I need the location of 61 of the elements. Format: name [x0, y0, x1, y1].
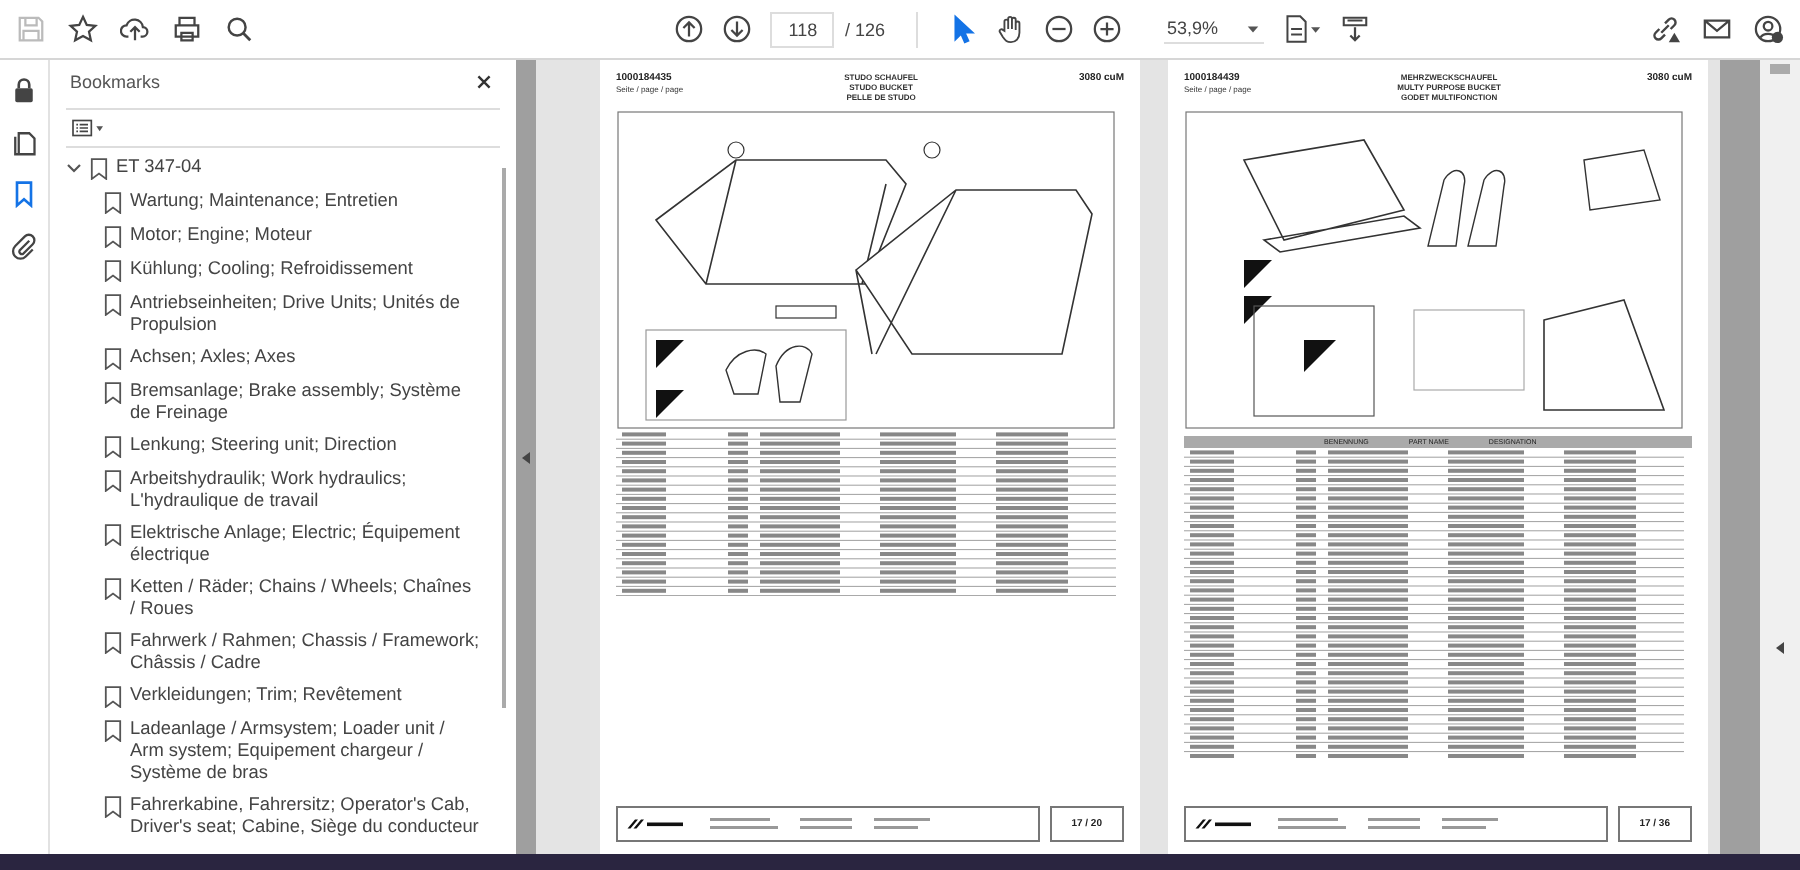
bookmark-icon: [104, 192, 122, 214]
bookmark-icon[interactable]: [10, 180, 38, 208]
collapse-arrow-icon[interactable]: [522, 451, 530, 463]
close-icon[interactable]: [476, 74, 492, 90]
bookmark-icon: [90, 158, 108, 180]
bookmark-icon: [104, 294, 122, 316]
mail-icon[interactable]: [1702, 14, 1732, 44]
company-logo-icon: [626, 818, 686, 830]
pages-icon[interactable]: [10, 128, 38, 156]
bookmark-icon: [104, 382, 122, 404]
print-icon[interactable]: [172, 14, 202, 44]
zoom-out-icon[interactable]: [1043, 14, 1074, 44]
bookmark-icon: [104, 348, 122, 370]
bookmark-icon: [104, 632, 122, 654]
bookmark-icon: [104, 524, 122, 546]
bookmark-item[interactable]: ET 347-04: [66, 154, 480, 182]
bookmark-icon: [104, 226, 122, 248]
options-menu-icon[interactable]: [70, 118, 106, 138]
zoom-in-icon[interactable]: [1091, 14, 1122, 44]
bookmark-item[interactable]: Fahrwerk / Rahmen; Chassis / Framework; Châssis / Cadre: [66, 628, 480, 676]
company-logo-icon: [1194, 818, 1254, 830]
search-icon[interactable]: [224, 14, 254, 44]
bookmark-item[interactable]: Verkleidungen; Trim; Revêtement: [66, 682, 480, 710]
bookmark-item[interactable]: Elektrische Anlage; Electric; Équipement électrique: [66, 520, 480, 568]
bookmark-item[interactable]: Ketten / Räder; Chains / Wheels; Chaînes / Roues: [66, 574, 480, 622]
bookmark-icon: [104, 686, 122, 708]
bookmark-item[interactable]: Wartung; Maintenance; Entretien: [66, 188, 480, 216]
scroll-mode-icon[interactable]: [1339, 14, 1370, 44]
page-count: / 126: [844, 19, 886, 39]
bookmark-item[interactable]: Ladeanlage / Armsystem; Loader unit / Arm system; Equipement chargeur / Système de bras: [66, 716, 480, 786]
bookmark-item[interactable]: Bremsanlage; Brake assembly; Système de Freinage: [66, 378, 480, 426]
bookmark-item[interactable]: Antriebseinheiten; Drive Units; Unités de Propulsion: [66, 290, 480, 338]
bookmark-icon: [104, 720, 122, 742]
scroll-left-arrow-icon[interactable]: [1776, 642, 1784, 654]
upload-icon[interactable]: [120, 14, 150, 44]
expand-caret-icon[interactable]: [66, 160, 82, 176]
lock-icon[interactable]: [10, 76, 38, 104]
share-link-icon[interactable]: [1650, 14, 1680, 44]
account-icon[interactable]: [1754, 14, 1784, 44]
caret-icon: [1245, 21, 1260, 35]
bookmark-icon: [104, 436, 122, 458]
bookmark-item[interactable]: Fahrerkabine, Fahrersitz; Operator's Cab, Driver's seat; Cabine, Siège du conducteur: [66, 792, 480, 840]
star-icon[interactable]: [68, 14, 98, 44]
bookmark-icon: [104, 260, 122, 282]
fit-page-icon[interactable]: [1281, 14, 1322, 44]
bookmark-item[interactable]: Lenkung; Steering unit; Direction: [66, 432, 480, 460]
bookmark-item[interactable]: Achsen; Axles; Axes: [66, 344, 480, 372]
previous-page-icon[interactable]: [674, 14, 705, 44]
hand-tool-icon[interactable]: [995, 14, 1026, 44]
bookmark-icon: [104, 470, 122, 492]
bookmark-item[interactable]: Motor; Engine; Moteur: [66, 222, 480, 250]
panel-title: Bookmarks: [70, 72, 161, 92]
page-number-field[interactable]: 118: [770, 11, 835, 47]
paperclip-icon[interactable]: [10, 232, 38, 260]
scrollbar[interactable]: [1770, 64, 1790, 74]
bookmark-icon: [104, 578, 122, 600]
bookmark-icon: [104, 796, 122, 818]
next-page-icon[interactable]: [722, 14, 753, 44]
bookmark-item[interactable]: Kühlung; Cooling; Refroidissement: [66, 256, 480, 284]
scrollbar[interactable]: [502, 168, 506, 708]
bookmark-item[interactable]: Arbeitshydraulik; Work hydraulics; L'hydraulique de travail: [66, 466, 480, 514]
